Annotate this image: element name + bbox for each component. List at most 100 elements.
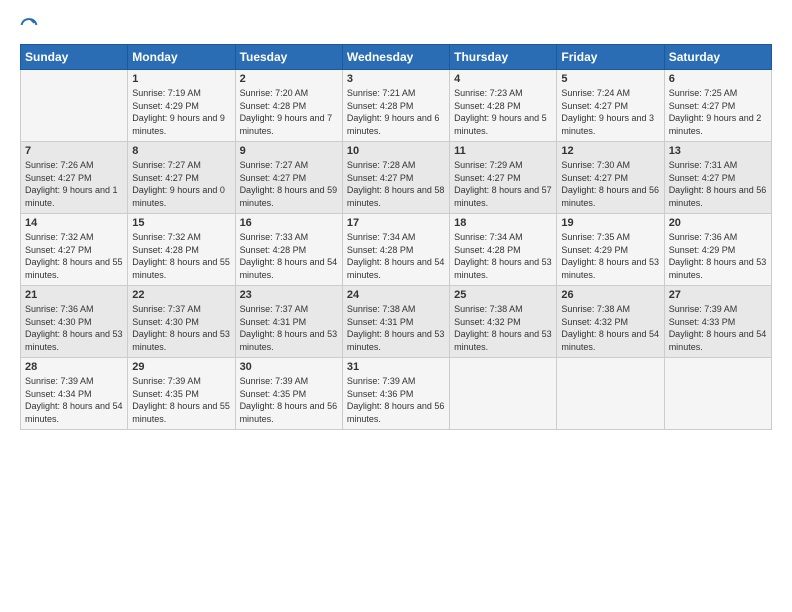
day-number: 31 [347, 361, 445, 373]
day-number: 3 [347, 73, 445, 85]
day-info: Sunrise: 7:39 AMSunset: 4:35 PMDaylight:… [132, 375, 230, 425]
day-number: 9 [240, 145, 338, 157]
day-cell: 4 Sunrise: 7:23 AMSunset: 4:28 PMDayligh… [450, 70, 557, 142]
day-number: 21 [25, 289, 123, 301]
day-cell: 10 Sunrise: 7:28 AMSunset: 4:27 PMDaylig… [342, 142, 449, 214]
day-number: 14 [25, 217, 123, 229]
day-cell: 2 Sunrise: 7:20 AMSunset: 4:28 PMDayligh… [235, 70, 342, 142]
day-cell: 1 Sunrise: 7:19 AMSunset: 4:29 PMDayligh… [128, 70, 235, 142]
header-cell-tuesday: Tuesday [235, 45, 342, 70]
logo-icon [20, 16, 38, 34]
day-number: 1 [132, 73, 230, 85]
day-info: Sunrise: 7:34 AMSunset: 4:28 PMDaylight:… [347, 231, 445, 281]
day-cell: 24 Sunrise: 7:38 AMSunset: 4:31 PMDaylig… [342, 286, 449, 358]
day-number: 5 [561, 73, 659, 85]
day-cell: 29 Sunrise: 7:39 AMSunset: 4:35 PMDaylig… [128, 358, 235, 430]
day-number: 22 [132, 289, 230, 301]
day-cell: 14 Sunrise: 7:32 AMSunset: 4:27 PMDaylig… [21, 214, 128, 286]
day-info: Sunrise: 7:32 AMSunset: 4:28 PMDaylight:… [132, 231, 230, 281]
day-info: Sunrise: 7:38 AMSunset: 4:32 PMDaylight:… [454, 303, 552, 353]
day-number: 20 [669, 217, 767, 229]
header-cell-wednesday: Wednesday [342, 45, 449, 70]
day-cell: 3 Sunrise: 7:21 AMSunset: 4:28 PMDayligh… [342, 70, 449, 142]
day-info: Sunrise: 7:25 AMSunset: 4:27 PMDaylight:… [669, 87, 767, 137]
day-cell: 21 Sunrise: 7:36 AMSunset: 4:30 PMDaylig… [21, 286, 128, 358]
header-cell-thursday: Thursday [450, 45, 557, 70]
header [20, 16, 772, 34]
day-info: Sunrise: 7:39 AMSunset: 4:34 PMDaylight:… [25, 375, 123, 425]
day-info: Sunrise: 7:38 AMSunset: 4:31 PMDaylight:… [347, 303, 445, 353]
day-info: Sunrise: 7:26 AMSunset: 4:27 PMDaylight:… [25, 159, 123, 209]
day-info: Sunrise: 7:29 AMSunset: 4:27 PMDaylight:… [454, 159, 552, 209]
day-cell [21, 70, 128, 142]
day-cell: 5 Sunrise: 7:24 AMSunset: 4:27 PMDayligh… [557, 70, 664, 142]
day-cell: 9 Sunrise: 7:27 AMSunset: 4:27 PMDayligh… [235, 142, 342, 214]
day-number: 10 [347, 145, 445, 157]
day-number: 8 [132, 145, 230, 157]
day-cell: 11 Sunrise: 7:29 AMSunset: 4:27 PMDaylig… [450, 142, 557, 214]
day-cell [557, 358, 664, 430]
day-number: 18 [454, 217, 552, 229]
day-info: Sunrise: 7:38 AMSunset: 4:32 PMDaylight:… [561, 303, 659, 353]
day-info: Sunrise: 7:36 AMSunset: 4:30 PMDaylight:… [25, 303, 123, 353]
day-number: 12 [561, 145, 659, 157]
day-info: Sunrise: 7:31 AMSunset: 4:27 PMDaylight:… [669, 159, 767, 209]
day-info: Sunrise: 7:36 AMSunset: 4:29 PMDaylight:… [669, 231, 767, 281]
day-info: Sunrise: 7:37 AMSunset: 4:30 PMDaylight:… [132, 303, 230, 353]
day-info: Sunrise: 7:32 AMSunset: 4:27 PMDaylight:… [25, 231, 123, 281]
day-info: Sunrise: 7:23 AMSunset: 4:28 PMDaylight:… [454, 87, 552, 137]
day-cell: 19 Sunrise: 7:35 AMSunset: 4:29 PMDaylig… [557, 214, 664, 286]
day-number: 19 [561, 217, 659, 229]
day-info: Sunrise: 7:21 AMSunset: 4:28 PMDaylight:… [347, 87, 445, 137]
logo [20, 16, 42, 34]
day-number: 13 [669, 145, 767, 157]
day-number: 25 [454, 289, 552, 301]
day-info: Sunrise: 7:34 AMSunset: 4:28 PMDaylight:… [454, 231, 552, 281]
day-info: Sunrise: 7:33 AMSunset: 4:28 PMDaylight:… [240, 231, 338, 281]
day-info: Sunrise: 7:39 AMSunset: 4:36 PMDaylight:… [347, 375, 445, 425]
day-info: Sunrise: 7:19 AMSunset: 4:29 PMDaylight:… [132, 87, 230, 137]
day-cell: 25 Sunrise: 7:38 AMSunset: 4:32 PMDaylig… [450, 286, 557, 358]
day-number: 27 [669, 289, 767, 301]
day-info: Sunrise: 7:39 AMSunset: 4:35 PMDaylight:… [240, 375, 338, 425]
day-cell: 26 Sunrise: 7:38 AMSunset: 4:32 PMDaylig… [557, 286, 664, 358]
day-info: Sunrise: 7:37 AMSunset: 4:31 PMDaylight:… [240, 303, 338, 353]
day-number: 15 [132, 217, 230, 229]
day-cell: 12 Sunrise: 7:30 AMSunset: 4:27 PMDaylig… [557, 142, 664, 214]
week-row-0: 1 Sunrise: 7:19 AMSunset: 4:29 PMDayligh… [21, 70, 772, 142]
day-number: 30 [240, 361, 338, 373]
page: SundayMondayTuesdayWednesdayThursdayFrid… [0, 0, 792, 612]
day-cell: 30 Sunrise: 7:39 AMSunset: 4:35 PMDaylig… [235, 358, 342, 430]
day-cell: 22 Sunrise: 7:37 AMSunset: 4:30 PMDaylig… [128, 286, 235, 358]
day-number: 6 [669, 73, 767, 85]
week-row-2: 14 Sunrise: 7:32 AMSunset: 4:27 PMDaylig… [21, 214, 772, 286]
day-number: 26 [561, 289, 659, 301]
header-cell-friday: Friday [557, 45, 664, 70]
week-row-4: 28 Sunrise: 7:39 AMSunset: 4:34 PMDaylig… [21, 358, 772, 430]
day-number: 16 [240, 217, 338, 229]
week-row-3: 21 Sunrise: 7:36 AMSunset: 4:30 PMDaylig… [21, 286, 772, 358]
day-cell: 7 Sunrise: 7:26 AMSunset: 4:27 PMDayligh… [21, 142, 128, 214]
day-cell: 17 Sunrise: 7:34 AMSunset: 4:28 PMDaylig… [342, 214, 449, 286]
day-info: Sunrise: 7:24 AMSunset: 4:27 PMDaylight:… [561, 87, 659, 137]
day-info: Sunrise: 7:30 AMSunset: 4:27 PMDaylight:… [561, 159, 659, 209]
day-number: 29 [132, 361, 230, 373]
day-info: Sunrise: 7:35 AMSunset: 4:29 PMDaylight:… [561, 231, 659, 281]
day-cell: 15 Sunrise: 7:32 AMSunset: 4:28 PMDaylig… [128, 214, 235, 286]
day-number: 24 [347, 289, 445, 301]
calendar-table: SundayMondayTuesdayWednesdayThursdayFrid… [20, 44, 772, 430]
day-number: 23 [240, 289, 338, 301]
week-row-1: 7 Sunrise: 7:26 AMSunset: 4:27 PMDayligh… [21, 142, 772, 214]
day-info: Sunrise: 7:27 AMSunset: 4:27 PMDaylight:… [132, 159, 230, 209]
header-cell-sunday: Sunday [21, 45, 128, 70]
day-number: 17 [347, 217, 445, 229]
day-info: Sunrise: 7:39 AMSunset: 4:33 PMDaylight:… [669, 303, 767, 353]
day-cell: 6 Sunrise: 7:25 AMSunset: 4:27 PMDayligh… [664, 70, 771, 142]
day-number: 7 [25, 145, 123, 157]
day-cell: 16 Sunrise: 7:33 AMSunset: 4:28 PMDaylig… [235, 214, 342, 286]
day-cell: 28 Sunrise: 7:39 AMSunset: 4:34 PMDaylig… [21, 358, 128, 430]
day-number: 11 [454, 145, 552, 157]
day-cell [450, 358, 557, 430]
day-cell: 23 Sunrise: 7:37 AMSunset: 4:31 PMDaylig… [235, 286, 342, 358]
header-cell-monday: Monday [128, 45, 235, 70]
